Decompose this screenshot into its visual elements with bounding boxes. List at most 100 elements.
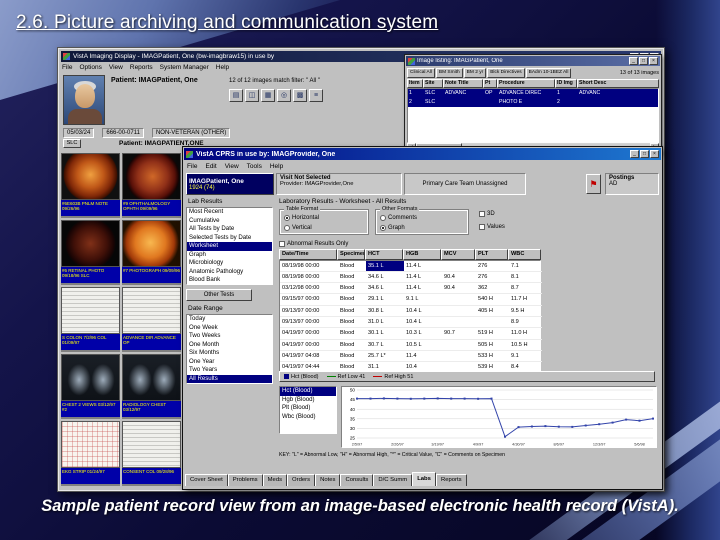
image-thumbnail[interactable]: #6 RETINAL PHOTO 09/18/96 SLC xyxy=(61,220,120,285)
toolbar-button-icon[interactable]: ◎ xyxy=(277,89,291,102)
list-item[interactable]: Hgb (Blood) xyxy=(280,396,336,405)
radio-option[interactable]: Horizontal xyxy=(284,213,364,223)
column-header[interactable]: HCT xyxy=(365,249,403,260)
list-item[interactable]: Worksheet xyxy=(187,242,272,251)
image-thumbnail[interactable]: CHEST 2 VIEWS 03/12/97 #2 xyxy=(61,354,120,419)
toolbar-button-icon[interactable]: ▩ xyxy=(293,89,307,102)
alert-flag-icon[interactable]: ⚑ xyxy=(586,174,601,194)
table-row[interactable]: 09/15/97 00:00 Blood 29.1 L 9.1 L 540 H … xyxy=(280,294,542,306)
table-row[interactable]: 2 SLC PHOTO E 2 xyxy=(408,98,658,107)
radio-option[interactable]: Vertical xyxy=(284,223,364,233)
list-item[interactable]: Today xyxy=(187,315,272,324)
site-button[interactable]: SLC xyxy=(63,139,81,148)
filter-button[interactable]: Clinical All xyxy=(407,67,435,78)
menu-item[interactable]: System Manager xyxy=(160,64,209,71)
maximize-icon[interactable]: □ xyxy=(640,150,649,158)
list-item[interactable]: Blood Bank xyxy=(187,276,272,284)
menu-item[interactable]: File xyxy=(187,163,197,170)
tab[interactable]: Orders xyxy=(287,474,316,486)
table-row[interactable]: 08/19/98 00:00 Blood 34.6 L 11.4 L 90.4 … xyxy=(280,272,542,284)
minimize-icon[interactable]: _ xyxy=(629,57,638,65)
image-thumbnail[interactable]: S COLON 7/2/96 COL 01/09/97 xyxy=(61,287,120,352)
menu-item[interactable]: Help xyxy=(270,163,283,170)
table-row[interactable]: 04/19/97 00:00 Blood 30.1 L 10.3 L 90.7 … xyxy=(280,328,542,340)
tab[interactable]: Notes xyxy=(315,474,341,486)
list-item[interactable]: All Tests by Date xyxy=(187,225,272,234)
tab[interactable]: Cover Sheet xyxy=(185,474,228,486)
abnormal-only-checkbox[interactable]: Abnormal Results Only xyxy=(279,239,348,249)
tab[interactable]: D/C Summ xyxy=(373,474,413,486)
tab[interactable]: Labs xyxy=(412,472,436,486)
image-thumbnail[interactable]: ADVANCE DIR ADVANCE OP xyxy=(122,287,181,352)
close-icon[interactable]: × xyxy=(649,57,658,65)
column-header[interactable]: PLT xyxy=(475,249,508,260)
radio-option[interactable]: Comments xyxy=(380,213,464,223)
image-thumbnail[interactable]: RADIOLOGY CHEST 03/12/97 xyxy=(122,354,181,419)
care-team-box[interactable]: Primary Care Team Unassigned xyxy=(404,173,526,195)
minimize-icon[interactable]: _ xyxy=(630,150,639,158)
column-header[interactable]: Procedure xyxy=(497,79,555,88)
column-header[interactable]: Site xyxy=(423,79,443,88)
filter-button[interactable]: BM Smith xyxy=(435,67,463,78)
checkbox-option[interactable]: 3D xyxy=(479,209,505,219)
list-item[interactable]: One Week xyxy=(187,324,272,333)
list-item[interactable]: Six Months xyxy=(187,349,272,358)
list-item[interactable]: Two Weeks xyxy=(187,332,272,341)
list-item[interactable]: Selected Tests by Date xyxy=(187,234,272,243)
column-header[interactable]: Item xyxy=(407,79,423,88)
tab[interactable]: Consults xyxy=(340,474,374,486)
other-tests-button[interactable]: Other Tests xyxy=(186,289,252,301)
postings-box[interactable]: Postings AD xyxy=(605,173,659,195)
list-item[interactable]: Anatomic Pathology xyxy=(187,268,272,277)
image-thumbnail[interactable]: #7 PHOTOGRAPH 09/09/96 xyxy=(122,220,181,285)
list-item[interactable]: Microbiology xyxy=(187,259,272,268)
table-row[interactable]: 04/19/97 00:00 Blood 30.7 L 10.5 L 505 H… xyxy=(280,340,542,351)
tab[interactable]: Meds xyxy=(262,474,288,486)
table-row[interactable]: 09/13/97 00:00 Blood 30.8 L 10.4 L 405 H… xyxy=(280,306,542,317)
toolbar-button-icon[interactable]: ≡ xyxy=(309,89,323,102)
close-icon[interactable]: × xyxy=(650,150,659,158)
menu-item[interactable]: Reports xyxy=(130,64,153,71)
column-header[interactable]: HGB xyxy=(403,249,441,260)
list-item[interactable]: All Results xyxy=(187,374,272,383)
list-item[interactable]: One Year xyxy=(187,358,272,367)
menu-item[interactable]: Help xyxy=(216,64,229,71)
filter-button[interactable]: Blck Directives xyxy=(487,67,525,78)
table-row[interactable]: 08/19/98 00:00 Blood 35.1 L 11.4 L 276 7… xyxy=(280,260,542,272)
image-thumbnail[interactable]: EKG STRIP 01/24/97 xyxy=(61,421,120,486)
maximize-icon[interactable]: □ xyxy=(639,57,648,65)
visit-box[interactable]: Visit Not Selected Provider: IMAGProvide… xyxy=(276,173,402,195)
list-item[interactable]: Graph xyxy=(187,251,272,260)
table-row[interactable]: 09/13/97 00:00 Blood 31.0 L 10.4 L 8.9 xyxy=(280,317,542,329)
filter-button[interactable]: BM 2 yr xyxy=(463,67,487,78)
table-row[interactable]: 03/12/98 00:00 Blood 34.6 L 11.4 L 90.4 … xyxy=(280,283,542,295)
patient-select-button[interactable]: IMAGPatient, One 1924 (74) xyxy=(186,173,274,195)
tab[interactable]: Problems xyxy=(227,474,263,486)
toolbar-button-icon[interactable]: ▦ xyxy=(261,89,275,102)
image-thumbnail[interactable]: CONSENT COL 09/28/96 xyxy=(122,421,181,486)
radio-option[interactable]: Graph xyxy=(380,223,464,233)
list-item[interactable]: Most Recent xyxy=(187,208,272,217)
column-header[interactable]: MCV xyxy=(441,249,475,260)
column-header[interactable]: Short Desc xyxy=(577,79,659,88)
list-item[interactable]: Plt (Blood) xyxy=(280,404,336,413)
column-header[interactable]: Date/Time xyxy=(279,249,337,260)
column-header[interactable]: WBC xyxy=(508,249,541,260)
listing-titlebar[interactable]: Image listing: IMAGPatient, One _ □ × xyxy=(406,56,660,66)
menu-item[interactable]: Options xyxy=(79,64,101,71)
column-header[interactable]: Note Title xyxy=(443,79,483,88)
menu-item[interactable]: View xyxy=(109,64,123,71)
toolbar-button-icon[interactable]: ▤ xyxy=(229,89,243,102)
tab[interactable]: Reports xyxy=(435,474,467,486)
list-item[interactable]: Two Years xyxy=(187,366,272,375)
cprs-titlebar[interactable]: VistA CPRS in use by: IMAGProvider, One … xyxy=(184,148,661,160)
menu-item[interactable]: File xyxy=(62,64,72,71)
table-row[interactable]: 1 SLC ADVANC OP ADVANCE DIREC 1 ADVANC xyxy=(408,89,658,98)
column-header[interactable]: ID Img xyxy=(555,79,577,88)
column-header[interactable]: Pt xyxy=(483,79,497,88)
list-item[interactable]: Hct (Blood) xyxy=(280,387,336,396)
menu-item[interactable]: Tools xyxy=(247,163,262,170)
filter-button[interactable]: BAdm 10-1BEZ All xyxy=(525,67,572,78)
toolbar-button-icon[interactable]: ◫ xyxy=(245,89,259,102)
list-item[interactable]: Wbc (Blood) xyxy=(280,413,336,422)
